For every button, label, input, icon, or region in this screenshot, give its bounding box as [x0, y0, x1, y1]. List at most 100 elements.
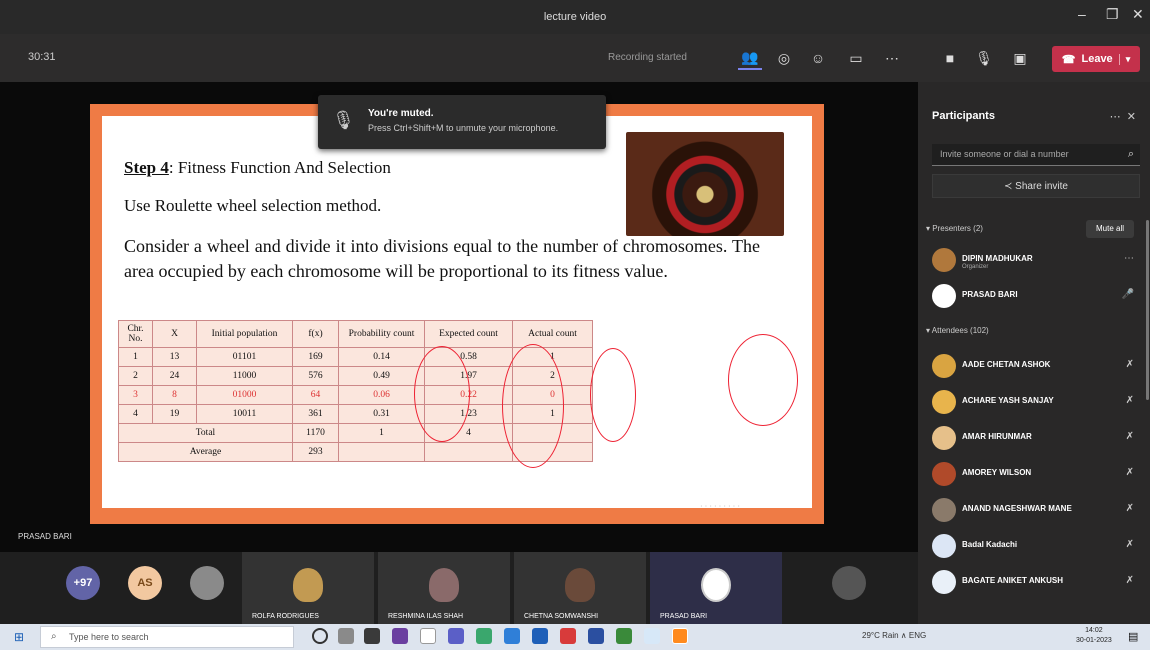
taskbar-clock[interactable]: 14:02 30-01-2023 — [1076, 626, 1112, 646]
participant-row[interactable]: Badal Kadachi ✗ — [926, 532, 1142, 560]
camera-icon[interactable]: ■ — [938, 46, 962, 70]
task-view-icon[interactable] — [338, 628, 354, 644]
search-icon[interactable]: ⌕ — [1128, 148, 1134, 161]
mic-off-icon: ✗ — [1125, 395, 1134, 406]
mic-muted-icon[interactable]: 🎙 — [972, 46, 996, 70]
video-tile[interactable]: PRASAD BARI — [650, 552, 782, 624]
tile-name: CHETNA SOMWANSHI — [524, 613, 599, 620]
pdf-icon[interactable] — [560, 628, 576, 644]
app-icon[interactable] — [672, 628, 688, 644]
table-cell: 11000 — [196, 366, 293, 386]
chevron-down-icon[interactable]: ▾ — [1118, 53, 1130, 65]
app-icon[interactable] — [616, 628, 632, 644]
slide-paragraph: Consider a wheel and divide it into divi… — [124, 236, 760, 281]
video-tile[interactable]: ROLFA RODRIGUES — [242, 552, 374, 624]
avatar — [932, 462, 956, 486]
panel-scrollbar[interactable] — [1146, 220, 1149, 400]
cortana-icon[interactable] — [312, 628, 328, 644]
more-participants-bubble[interactable]: +97 — [66, 566, 100, 600]
app-icon[interactable] — [532, 628, 548, 644]
participant-row[interactable]: DIPIN MADHUKAR Organizer ⋯ — [926, 246, 1142, 274]
participants-icon[interactable]: 👥 — [738, 46, 762, 70]
invite-search-input[interactable]: Invite someone or dial a number ⌕ — [932, 144, 1140, 166]
video-tile[interactable]: CHETNA SOMWANSHI — [514, 552, 646, 624]
tile-name: PRASAD BARI — [660, 613, 708, 620]
avatar[interactable] — [832, 566, 866, 600]
notifications-icon[interactable]: ▤ — [1128, 630, 1138, 643]
participant-name: BAGATE ANIKET ANKUSH — [962, 576, 1064, 585]
table-cell: 1 — [338, 423, 425, 443]
participant-name: AMAR HIRUNMAR — [962, 432, 1032, 441]
more-icon[interactable]: ⋯ — [1110, 111, 1121, 123]
leave-label: Leave — [1081, 53, 1113, 65]
table-cell: 2 — [118, 366, 153, 386]
table-header: Initial population — [196, 320, 293, 348]
participant-video — [293, 568, 323, 602]
presenter-name-tag: PRASAD BARI — [18, 532, 72, 541]
system-tray[interactable]: 29°C Rain ∧ ENG — [862, 631, 926, 640]
participants-panel: Participants ⋯ ✕ Invite someone or dial … — [918, 82, 1150, 624]
avatar — [701, 568, 731, 602]
mute-all-button[interactable]: Mute all — [1086, 220, 1134, 238]
mic-off-icon: ✗ — [1125, 467, 1134, 478]
close-icon[interactable]: ✕ — [1127, 111, 1136, 123]
step-label: Step 4 — [124, 158, 169, 177]
table-cell: 169 — [292, 347, 339, 367]
share-screen-icon[interactable]: ▣ — [1008, 46, 1032, 70]
participant-video — [565, 568, 595, 602]
taskbar-search-input[interactable]: ⌕ Type here to search — [40, 626, 294, 648]
ink-annotation — [728, 334, 798, 426]
title-bar: lecture video – ❐ ✕ — [0, 0, 1150, 34]
mic-off-icon: ✗ — [1125, 431, 1134, 442]
maximize-icon[interactable]: ❐ — [1106, 6, 1119, 23]
more-icon[interactable]: ⋯ — [880, 46, 904, 70]
leave-button[interactable]: ☎ Leave ▾ — [1052, 46, 1140, 72]
windows-start-icon[interactable]: ⊞ — [14, 630, 24, 644]
table-cell — [338, 442, 425, 462]
chat-icon[interactable]: ◎ — [772, 46, 796, 70]
participant-row[interactable]: AMAR HIRUNMAR ✗ — [926, 424, 1142, 452]
store-icon[interactable] — [364, 628, 380, 644]
chrome-icon[interactable] — [476, 628, 492, 644]
table-cell: Total — [118, 423, 293, 443]
video-strip: +97 AS ROLFA RODRIGUES RESHMINA ILAS SHA… — [0, 552, 918, 624]
more-icon[interactable]: ⋯ — [1124, 253, 1134, 264]
mail-icon[interactable] — [504, 628, 520, 644]
participant-row[interactable]: ACHARE YASH SANJAY ✗ — [926, 388, 1142, 416]
presenters-section-toggle[interactable]: ▾ Presenters (2) — [926, 224, 983, 233]
reactions-icon[interactable]: ☺ — [806, 46, 830, 70]
teams-window: lecture video – ❐ ✕ 30:31 Recording star… — [0, 0, 1150, 650]
table-cell: 0.49 — [338, 366, 425, 386]
teams-icon[interactable] — [448, 628, 464, 644]
table-cell: Average — [118, 442, 293, 462]
attendees-section-toggle[interactable]: ▾ Attendees (102) — [926, 326, 989, 335]
taskbar-search-placeholder: Type here to search — [69, 632, 149, 642]
share-invite-button[interactable]: ≺ Share invite — [932, 174, 1140, 198]
step-title: : Fitness Function And Selection — [168, 158, 391, 177]
share-label: Share invite — [1015, 181, 1068, 192]
app-icon[interactable] — [588, 628, 604, 644]
participant-row[interactable]: AMOREY WILSON ✗ — [926, 460, 1142, 488]
avatar[interactable]: AS — [128, 566, 162, 600]
participant-row[interactable]: PRASAD BARI 🎤 — [926, 282, 1142, 310]
edge-icon[interactable] — [644, 628, 660, 644]
rooms-icon[interactable]: ▭ — [844, 46, 868, 70]
video-tile[interactable]: RESHMINA ILAS SHAH — [378, 552, 510, 624]
close-icon[interactable]: ✕ — [1132, 6, 1144, 23]
tile-name: RESHMINA ILAS SHAH — [388, 613, 464, 620]
mic-off-icon: ✗ — [1125, 359, 1134, 370]
panel-title: Participants — [932, 110, 995, 122]
participant-row[interactable]: ANAND NAGESHWAR MANE ✗ — [926, 496, 1142, 524]
avatar — [932, 570, 956, 594]
app-icon[interactable] — [420, 628, 436, 644]
table-cell: 0.14 — [338, 347, 425, 367]
muted-notification: 🎙 You're muted. Press Ctrl+Shift+M to un… — [318, 95, 606, 149]
avatar[interactable] — [190, 566, 224, 600]
table-header: Chr. No. — [118, 320, 153, 348]
participant-row[interactable]: BAGATE ANIKET ANKUSH ✗ — [926, 568, 1142, 596]
table-cell: 1 — [118, 347, 153, 367]
app-icon[interactable] — [392, 628, 408, 644]
participant-row[interactable]: AADE CHETAN ASHOK ✗ — [926, 352, 1142, 380]
minimize-icon[interactable]: – — [1078, 6, 1086, 22]
table-cell: 01101 — [196, 347, 293, 367]
